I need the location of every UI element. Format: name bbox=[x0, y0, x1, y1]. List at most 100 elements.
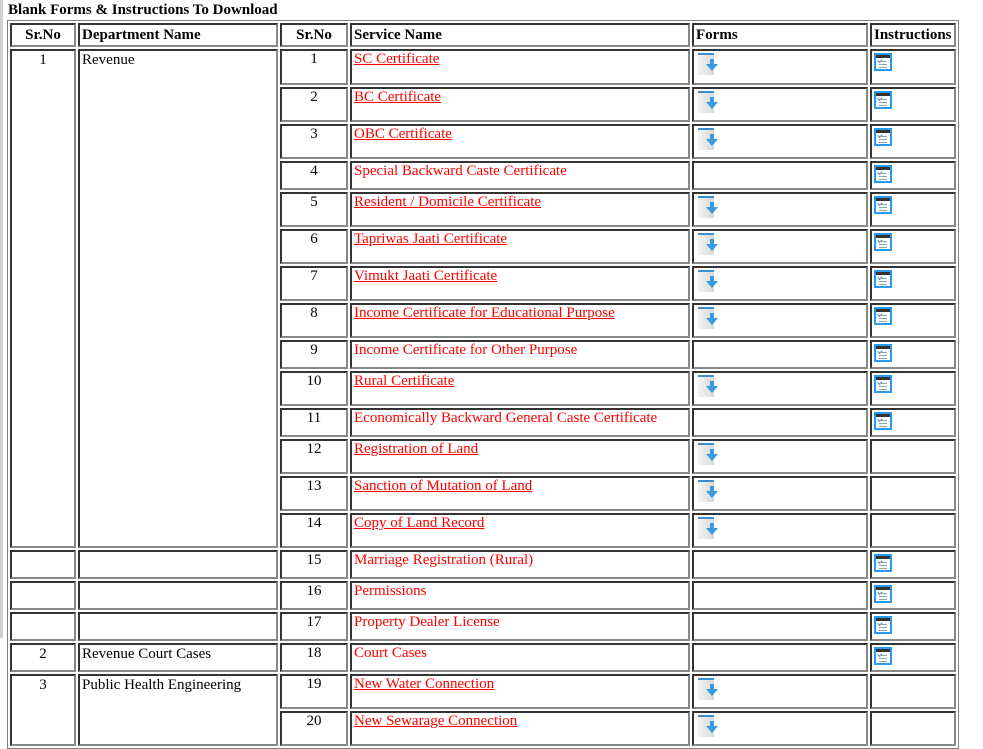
service-link[interactable]: Rural Certificate bbox=[354, 373, 454, 389]
download-form-icon[interactable] bbox=[698, 128, 720, 152]
instructions-cell bbox=[870, 513, 956, 548]
instructions-cell bbox=[870, 192, 956, 227]
instructions-checklist-icon[interactable] bbox=[874, 233, 892, 251]
service-name-cell: Income Certificate for Educational Purpo… bbox=[350, 303, 690, 338]
department-srno bbox=[10, 550, 76, 579]
service-link[interactable]: Resident / Domicile Certificate bbox=[354, 194, 541, 210]
download-form-icon[interactable] bbox=[698, 715, 720, 739]
header-forms: Forms bbox=[692, 23, 868, 47]
service-name-cell: Registration of Land bbox=[350, 439, 690, 474]
service-name: Court Cases bbox=[354, 645, 427, 661]
service-name-cell: OBC Certificate bbox=[350, 124, 690, 159]
download-form-icon[interactable] bbox=[698, 375, 720, 399]
instructions-checklist-icon[interactable] bbox=[874, 412, 892, 430]
service-link[interactable]: New Sewarage Connection bbox=[354, 713, 517, 729]
service-srno: 14 bbox=[280, 513, 348, 548]
instructions-checklist-icon[interactable] bbox=[874, 128, 892, 146]
service-name-cell: Rural Certificate bbox=[350, 371, 690, 406]
service-name-cell: Tapriwas Jaati Certificate bbox=[350, 229, 690, 264]
forms-cell bbox=[692, 550, 868, 579]
download-form-icon[interactable] bbox=[698, 233, 720, 257]
instructions-cell bbox=[870, 408, 956, 437]
instructions-cell bbox=[870, 476, 956, 511]
download-form-icon[interactable] bbox=[698, 53, 720, 77]
window-left-edge bbox=[0, 0, 3, 638]
service-name-cell: Special Backward Caste Certificate bbox=[350, 161, 690, 190]
service-srno: 19 bbox=[280, 674, 348, 709]
service-srno: 1 bbox=[280, 49, 348, 85]
department-srno bbox=[10, 612, 76, 641]
forms-cell bbox=[692, 711, 868, 746]
instructions-checklist-icon[interactable] bbox=[874, 270, 892, 288]
forms-cell bbox=[692, 439, 868, 474]
forms-cell bbox=[692, 49, 868, 85]
instructions-checklist-icon[interactable] bbox=[874, 344, 892, 362]
department-srno: 3 bbox=[10, 674, 76, 746]
forms-cell bbox=[692, 581, 868, 610]
download-form-icon[interactable] bbox=[698, 270, 720, 294]
department-srno bbox=[10, 581, 76, 610]
download-form-icon[interactable] bbox=[698, 443, 720, 467]
instructions-cell bbox=[870, 439, 956, 474]
department-srno: 1 bbox=[10, 49, 76, 548]
service-srno: 18 bbox=[280, 643, 348, 672]
service-name-cell: Vimukt Jaati Certificate bbox=[350, 266, 690, 301]
service-name-cell: Court Cases bbox=[350, 643, 690, 672]
service-srno: 8 bbox=[280, 303, 348, 338]
instructions-checklist-icon[interactable] bbox=[874, 307, 892, 325]
service-srno: 7 bbox=[280, 266, 348, 301]
instructions-checklist-icon[interactable] bbox=[874, 196, 892, 214]
table-row: 1 Revenue 1 SC Certificate bbox=[10, 49, 956, 548]
service-link[interactable]: Registration of Land bbox=[354, 441, 478, 457]
department-name bbox=[78, 612, 278, 641]
instructions-checklist-icon[interactable] bbox=[874, 375, 892, 393]
download-form-icon[interactable] bbox=[698, 91, 720, 115]
service-name-cell: Property Dealer License bbox=[350, 612, 690, 641]
service-link[interactable]: SC Certificate bbox=[354, 51, 439, 67]
department-name bbox=[78, 550, 278, 579]
service-link[interactable]: New Water Connection bbox=[354, 676, 494, 692]
service-link[interactable]: Tapriwas Jaati Certificate bbox=[354, 231, 507, 247]
instructions-checklist-icon[interactable] bbox=[874, 165, 892, 183]
header-service-srno: Sr.No bbox=[280, 23, 348, 47]
service-link[interactable]: OBC Certificate bbox=[354, 126, 452, 142]
service-name: Special Backward Caste Certificate bbox=[354, 163, 567, 179]
service-link[interactable]: Vimukt Jaati Certificate bbox=[354, 268, 497, 284]
forms-cell bbox=[692, 513, 868, 548]
forms-cell bbox=[692, 266, 868, 301]
instructions-checklist-icon[interactable] bbox=[874, 91, 892, 109]
instructions-checklist-icon[interactable] bbox=[874, 53, 892, 71]
service-srno: 9 bbox=[280, 340, 348, 369]
instructions-cell bbox=[870, 229, 956, 264]
download-form-icon[interactable] bbox=[698, 307, 720, 331]
service-link[interactable]: Sanction of Mutation of Land bbox=[354, 478, 532, 494]
download-form-icon[interactable] bbox=[698, 678, 720, 702]
instructions-checklist-icon[interactable] bbox=[874, 554, 892, 572]
service-link[interactable]: Copy of Land Record bbox=[354, 515, 484, 531]
download-form-icon[interactable] bbox=[698, 480, 720, 504]
instructions-cell bbox=[870, 124, 956, 159]
service-srno: 10 bbox=[280, 371, 348, 406]
service-name-cell: Copy of Land Record bbox=[350, 513, 690, 548]
instructions-checklist-icon[interactable] bbox=[874, 647, 892, 665]
download-form-icon[interactable] bbox=[698, 196, 720, 220]
forms-cell bbox=[692, 229, 868, 264]
service-srno: 6 bbox=[280, 229, 348, 264]
table-row: 2 Revenue Court Cases 18 Court Cases bbox=[10, 643, 956, 672]
service-srno: 15 bbox=[280, 550, 348, 579]
instructions-checklist-icon[interactable] bbox=[874, 616, 892, 634]
forms-cell bbox=[692, 643, 868, 672]
service-name-cell: SC Certificate bbox=[350, 49, 690, 85]
forms-cell bbox=[692, 124, 868, 159]
service-link[interactable]: BC Certificate bbox=[354, 89, 441, 105]
service-name-cell: Income Certificate for Other Purpose bbox=[350, 340, 690, 369]
service-srno: 13 bbox=[280, 476, 348, 511]
department-name bbox=[78, 581, 278, 610]
instructions-checklist-icon[interactable] bbox=[874, 585, 892, 603]
service-link[interactable]: Income Certificate for Educational Purpo… bbox=[354, 305, 615, 321]
service-name-cell: Marriage Registration (Rural) bbox=[350, 550, 690, 579]
instructions-cell bbox=[870, 643, 956, 672]
table-row: 16 Permissions bbox=[10, 581, 956, 610]
download-form-icon[interactable] bbox=[698, 517, 720, 541]
forms-cell bbox=[692, 674, 868, 709]
